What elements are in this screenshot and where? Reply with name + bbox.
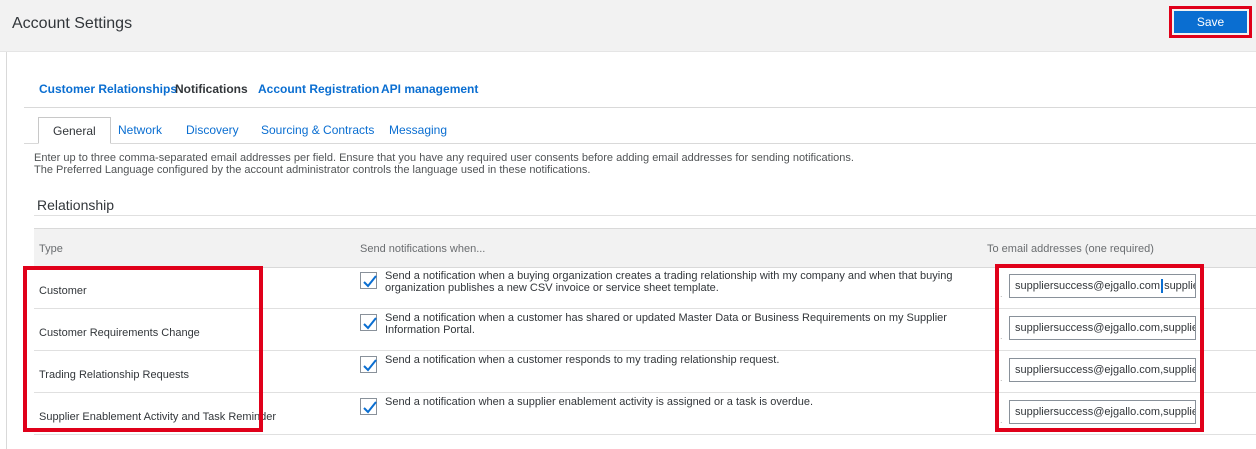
required-dot: . xyxy=(1000,331,1003,341)
row-description: Send a notification when a supplier enab… xyxy=(385,396,814,408)
row-description: Send a notification when a customer resp… xyxy=(385,354,780,366)
row-description: Send a notification when a buying organi… xyxy=(385,270,953,294)
required-dot: . xyxy=(1000,415,1003,425)
email-field[interactable]: suppliersuccess@ejgallo.com,suppliersu xyxy=(1009,400,1196,424)
column-header-send: Send notifications when... xyxy=(360,243,486,255)
save-button[interactable]: Save xyxy=(1174,11,1247,33)
table-header: Type Send notifications when... To email… xyxy=(34,228,1256,268)
table-row: Customer Send a notification when a buyi… xyxy=(34,267,1256,309)
row-type-label: Supplier Enablement Activity and Task Re… xyxy=(39,411,277,423)
sub-tab-bar: General Network Discovery Sourcing & Con… xyxy=(24,117,1256,144)
row-type-label: Customer Requirements Change xyxy=(39,327,200,339)
page-left-border xyxy=(6,0,7,449)
email-field-value: suppliersuccess@ejgallo.com,suppliersu xyxy=(1015,322,1196,334)
page-header: Account Settings Save xyxy=(0,0,1256,52)
notification-checkbox[interactable] xyxy=(360,356,377,373)
checkmark-icon xyxy=(363,275,377,288)
help-text-line-1: Enter up to three comma-separated email … xyxy=(34,152,854,164)
section-title: Relationship xyxy=(37,197,115,213)
column-header-type: Type xyxy=(39,243,63,255)
row-type-label: Customer xyxy=(39,285,87,297)
save-highlight-box: Save xyxy=(1169,6,1252,38)
row-type-label: Trading Relationship Requests xyxy=(39,369,190,381)
email-field-value-tail: suppliersu xyxy=(1164,280,1195,292)
checkmark-icon xyxy=(363,401,377,414)
required-dot: . xyxy=(1000,289,1003,299)
help-text: Enter up to three comma-separated email … xyxy=(34,152,854,176)
subtab-messaging[interactable]: Messaging xyxy=(389,117,447,143)
tab-account-registration[interactable]: Account Registration xyxy=(258,82,379,96)
email-field[interactable]: suppliersuccess@ejgallo.com,suppliersu xyxy=(1009,358,1196,382)
row-description: Send a notification when a customer has … xyxy=(385,312,947,336)
notification-checkbox[interactable] xyxy=(360,314,377,331)
table-row: Supplier Enablement Activity and Task Re… xyxy=(34,393,1256,435)
notification-checkbox[interactable] xyxy=(360,398,377,415)
checkmark-icon xyxy=(363,317,377,330)
tab-notifications[interactable]: Notifications xyxy=(175,82,248,96)
email-field-value: suppliersuccess@ejgallo.com,suppliersu xyxy=(1015,406,1196,418)
notification-checkbox[interactable] xyxy=(360,272,377,289)
required-dot: . xyxy=(1000,373,1003,383)
email-field-value: suppliersuccess@ejgallo.com xyxy=(1015,280,1161,292)
text-caret xyxy=(1161,279,1164,294)
subtab-network[interactable]: Network xyxy=(118,117,162,143)
email-field[interactable]: suppliersuccess@ejgallo.com,suppliersu xyxy=(1009,316,1196,340)
tab-divider xyxy=(24,107,1256,108)
column-header-email: To email addresses (one required) xyxy=(987,243,1154,255)
section-divider xyxy=(34,215,1256,216)
page-title: Account Settings xyxy=(12,15,133,32)
table-row: Trading Relationship Requests Send a not… xyxy=(34,351,1256,393)
subtab-discovery[interactable]: Discovery xyxy=(186,117,239,143)
subtab-sourcing-contracts[interactable]: Sourcing & Contracts xyxy=(261,117,374,143)
tab-customer-relationships[interactable]: Customer Relationships xyxy=(39,82,177,96)
table-row: Customer Requirements Change Send a noti… xyxy=(34,309,1256,351)
email-field-value: suppliersuccess@ejgallo.com,suppliersu xyxy=(1015,364,1196,376)
email-field[interactable]: suppliersuccess@ejgallo.comsuppliersu xyxy=(1009,274,1196,298)
tab-api-management[interactable]: API management xyxy=(381,82,478,96)
help-text-line-2: The Preferred Language configured by the… xyxy=(34,163,591,176)
checkmark-icon xyxy=(363,359,377,372)
subtab-general[interactable]: General xyxy=(38,117,111,144)
